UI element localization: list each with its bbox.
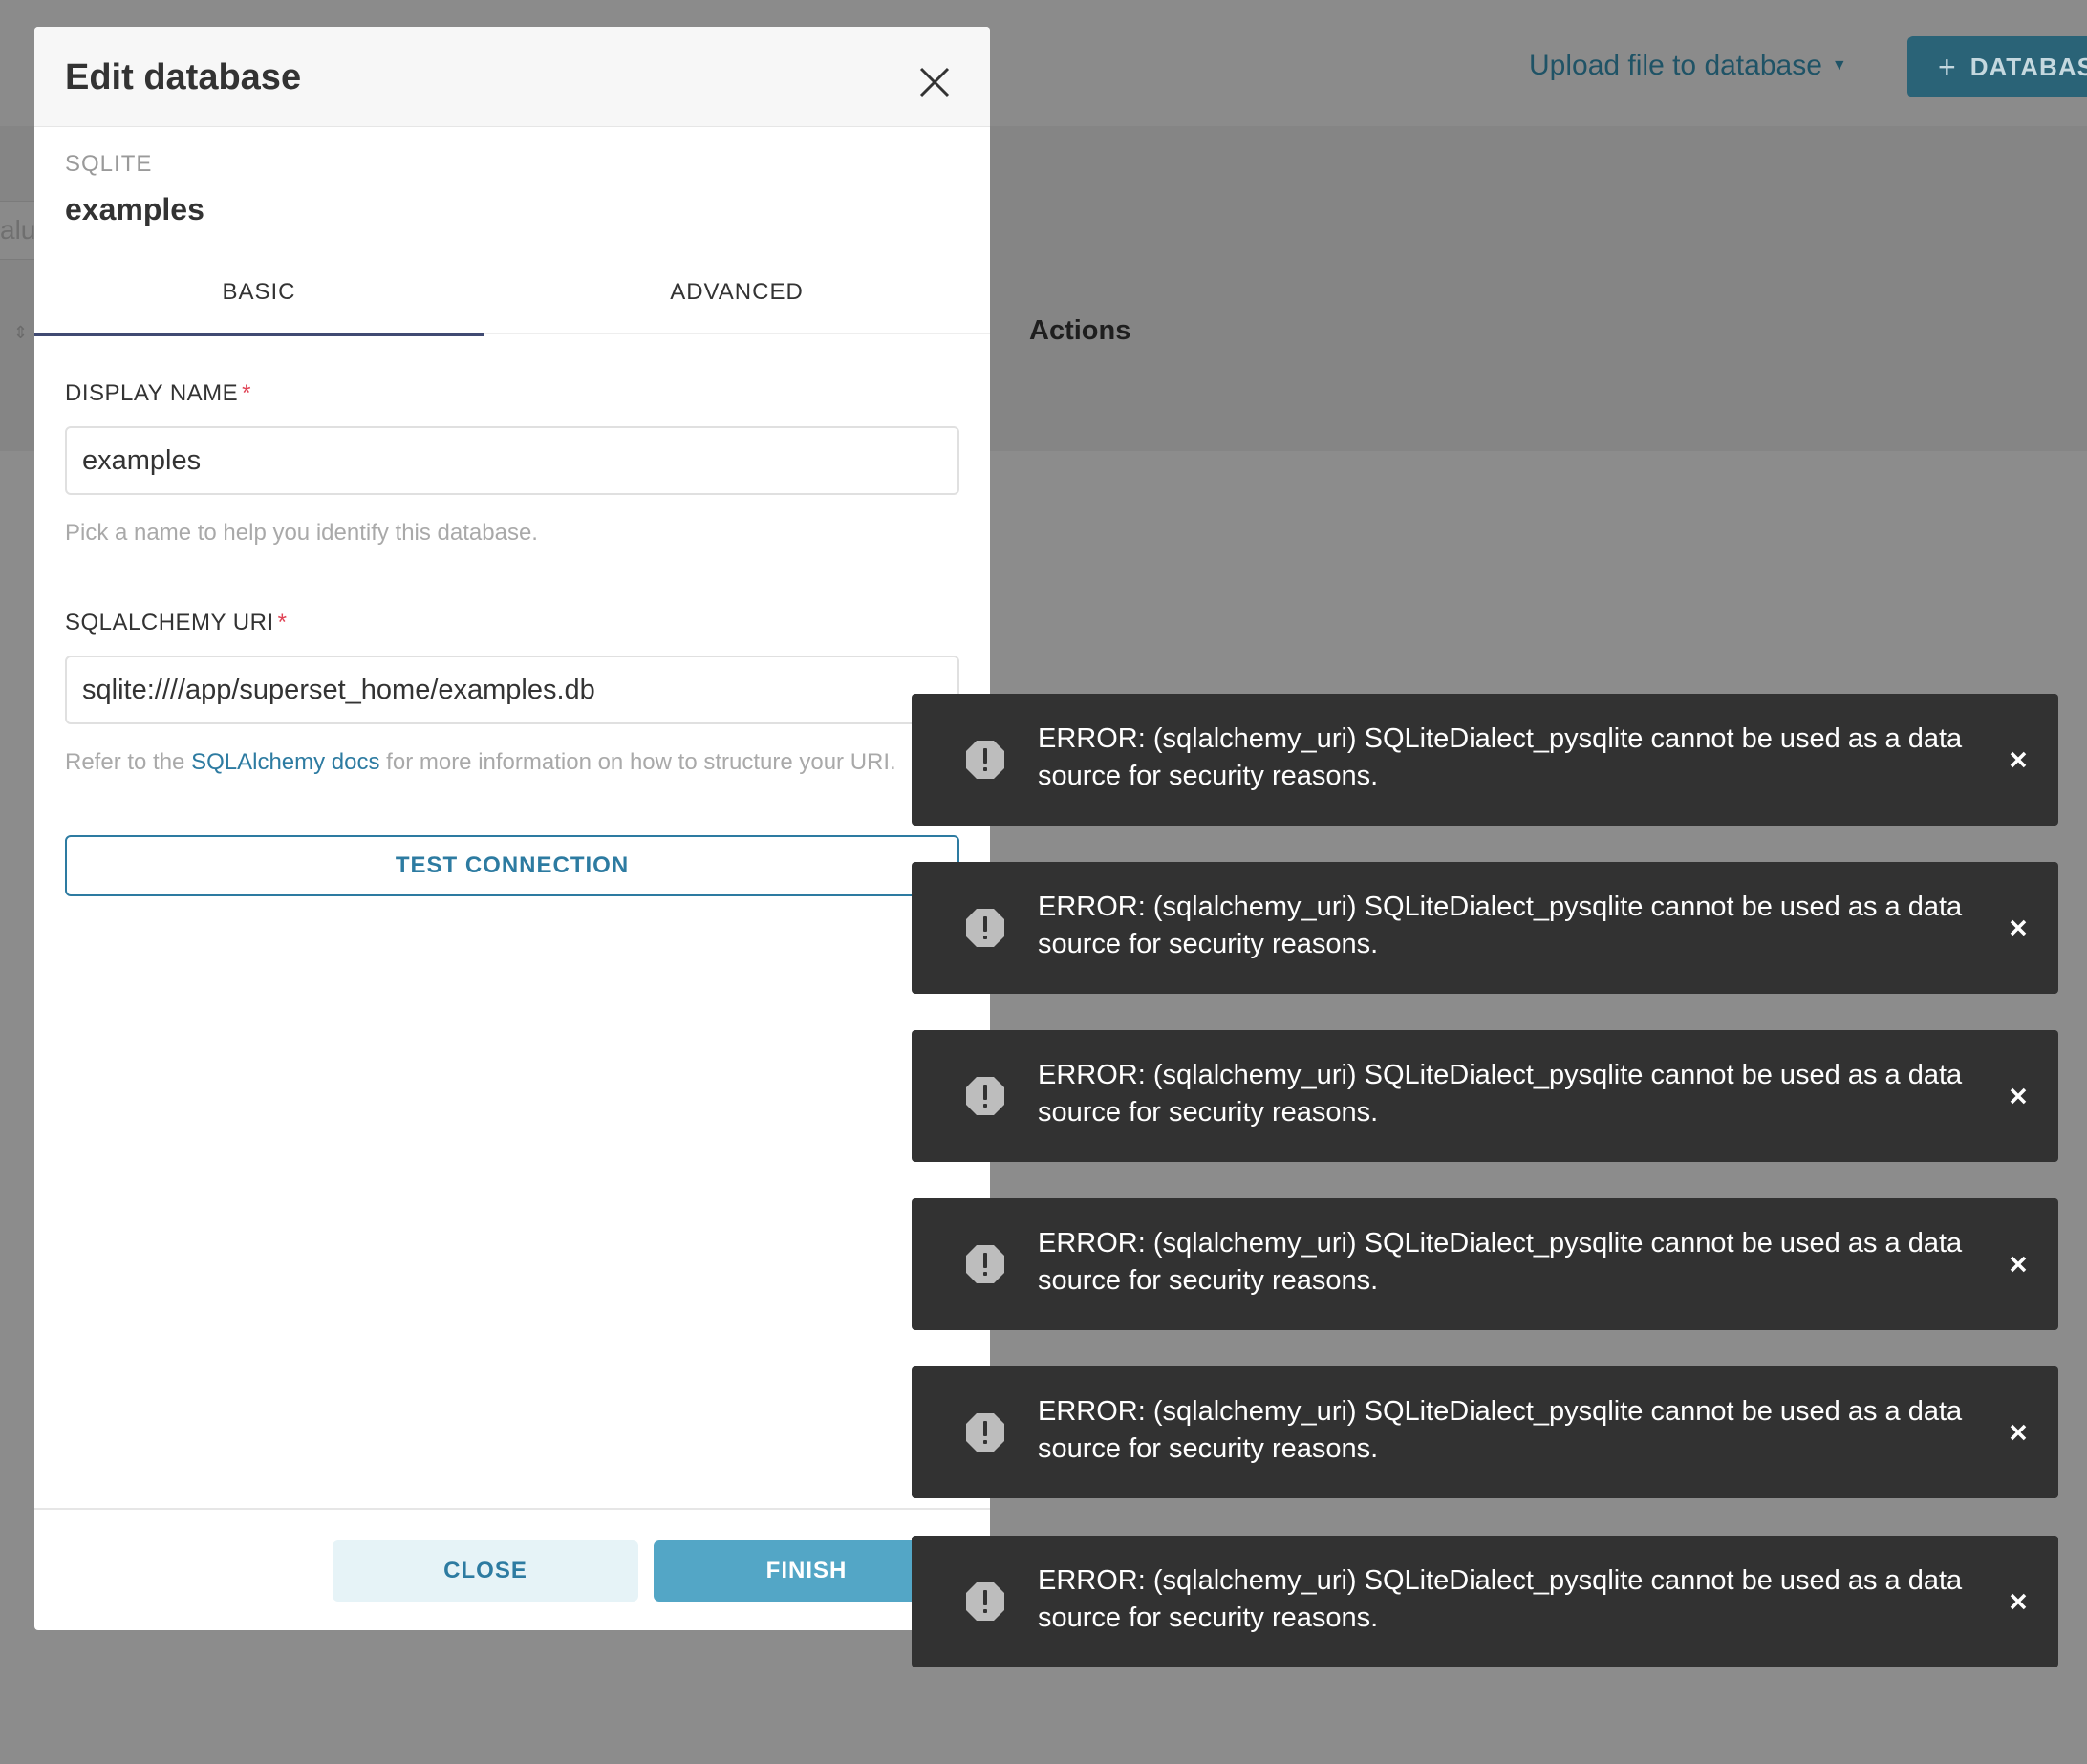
error-toast: ERROR: (sqlalchemy_uri) SQLiteDialect_py… [912, 1536, 2058, 1667]
test-connection-button[interactable]: TEST CONNECTION [65, 835, 959, 896]
close-icon[interactable] [2003, 1249, 2033, 1280]
modal-header: Edit database [34, 27, 990, 127]
toast-message: ERROR: (sqlalchemy_uri) SQLiteDialect_py… [1038, 1060, 1963, 1128]
sqlalchemy-uri-label-text: SQLALCHEMY URI [65, 610, 274, 635]
close-icon[interactable] [2003, 1081, 2033, 1111]
helper-suffix: for more information on how to structure… [386, 749, 896, 775]
tab-basic[interactable]: BASIC [34, 262, 484, 336]
error-octagon-icon [966, 1413, 1004, 1452]
close-icon[interactable] [2003, 1586, 2033, 1617]
modal-footer: CLOSE FINISH [34, 1508, 990, 1630]
database-type: SQLITE [65, 151, 153, 177]
sqlalchemy-docs-link[interactable]: SQLAlchemy docs [191, 749, 379, 775]
error-octagon-icon [966, 1077, 1004, 1115]
close-button[interactable]: CLOSE [333, 1540, 638, 1602]
error-octagon-icon [966, 1582, 1004, 1621]
error-toast: ERROR: (sqlalchemy_uri) SQLiteDialect_py… [912, 862, 2058, 994]
required-mark: * [277, 610, 288, 635]
error-toast: ERROR: (sqlalchemy_uri) SQLiteDialect_py… [912, 694, 2058, 826]
add-database-button[interactable]: + DATABASE [1907, 36, 2087, 97]
error-octagon-icon [966, 909, 1004, 947]
toast-message: ERROR: (sqlalchemy_uri) SQLiteDialect_py… [1038, 723, 1963, 791]
sort-icon[interactable]: ⇕ [13, 323, 28, 343]
add-database-label: DATABASE [1969, 52, 2087, 81]
sqlalchemy-uri-helper: Refer to the SQLAlchemy docs for more in… [65, 749, 896, 776]
display-name-helper: Pick a name to help you identify this da… [65, 520, 538, 546]
display-name-input[interactable]: examples [65, 426, 959, 495]
upload-file-dropdown[interactable]: Upload file to database ▼ [1529, 50, 1847, 82]
database-name: examples [65, 192, 204, 226]
display-name-label: DISPLAY NAME * [65, 380, 251, 407]
error-toast: ERROR: (sqlalchemy_uri) SQLiteDialect_py… [912, 1030, 2058, 1162]
caret-down-icon: ▼ [1831, 57, 1847, 74]
close-icon[interactable] [2003, 913, 2033, 943]
plus-icon: + [1938, 49, 1957, 84]
close-icon[interactable] [915, 63, 954, 101]
toast-message: ERROR: (sqlalchemy_uri) SQLiteDialect_py… [1038, 892, 1963, 959]
actions-column-header: Actions [1029, 315, 1131, 346]
toast-message: ERROR: (sqlalchemy_uri) SQLiteDialect_py… [1038, 1228, 1963, 1296]
error-toast: ERROR: (sqlalchemy_uri) SQLiteDialect_py… [912, 1366, 2058, 1498]
required-mark: * [242, 380, 252, 406]
close-icon[interactable] [2003, 744, 2033, 775]
toast-message: ERROR: (sqlalchemy_uri) SQLiteDialect_py… [1038, 1565, 1963, 1633]
error-octagon-icon [966, 741, 1004, 779]
filter-input[interactable]: alu [0, 201, 39, 260]
helper-prefix: Refer to the [65, 749, 185, 775]
error-octagon-icon [966, 1245, 1004, 1283]
close-icon[interactable] [2003, 1417, 2033, 1448]
display-name-label-text: DISPLAY NAME [65, 380, 239, 406]
upload-file-label: Upload file to database [1529, 50, 1822, 81]
tab-advanced[interactable]: ADVANCED [512, 262, 961, 333]
tab-bar: BASIC ADVANCED [34, 262, 990, 336]
toast-message: ERROR: (sqlalchemy_uri) SQLiteDialect_py… [1038, 1396, 1963, 1464]
edit-database-modal: Edit database SQLITE examples BASIC ADVA… [34, 27, 990, 1630]
modal-title: Edit database [65, 57, 302, 97]
sqlalchemy-uri-label: SQLALCHEMY URI * [65, 610, 287, 636]
error-toast: ERROR: (sqlalchemy_uri) SQLiteDialect_py… [912, 1198, 2058, 1330]
sqlalchemy-uri-input[interactable]: sqlite:////app/superset_home/examples.db [65, 656, 959, 724]
